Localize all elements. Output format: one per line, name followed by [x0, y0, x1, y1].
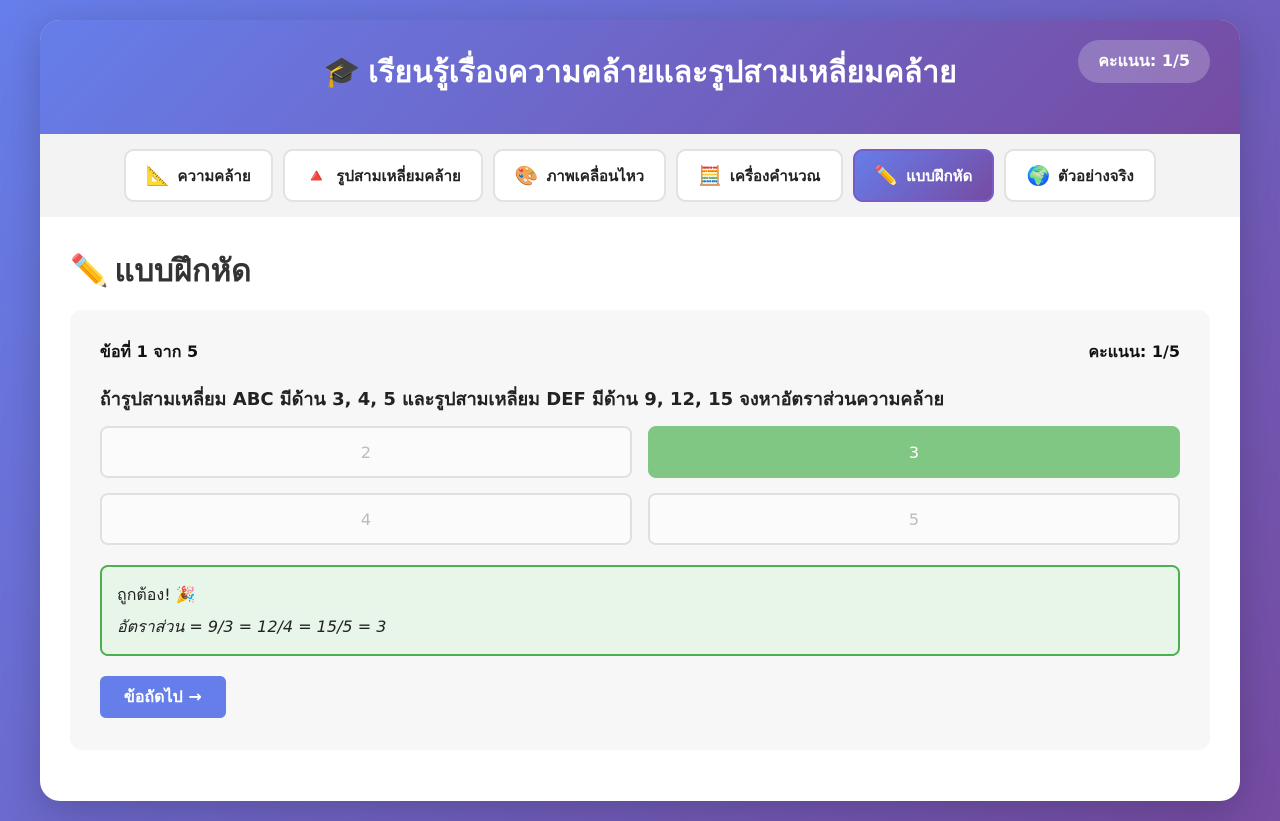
- question-progress: ข้อที่ 1 จาก 5: [100, 341, 199, 361]
- answer-option[interactable]: 2: [100, 426, 632, 478]
- abacus-icon: 🧮: [698, 165, 722, 187]
- quiz-header: ข้อที่ 1 จาก 5 คะแนน: 1/5: [100, 340, 1180, 364]
- tab-bar: 📐 ความคล้าย 🔺 รูปสามเหลี่ยมคล้าย 🎨 ภาพเค…: [40, 134, 1240, 217]
- app-window: 🎓 เรียนรู้เรื่องความคล้ายและรูปสามเหลี่ย…: [40, 20, 1240, 801]
- tab-label: รูปสามเหลี่ยมคล้าย: [336, 166, 461, 185]
- tab-label: แบบฝึกหัด: [906, 166, 973, 185]
- answer-option[interactable]: 4: [100, 493, 632, 545]
- tab-real-examples[interactable]: 🌍 ตัวอย่างจริง: [1004, 149, 1156, 202]
- tab-animation[interactable]: 🎨 ภาพเคลื่อนไหว: [492, 149, 667, 202]
- tab-label: ความคล้าย: [177, 166, 251, 185]
- answer-option[interactable]: 5: [648, 493, 1180, 545]
- pencil-icon: ✏️: [874, 165, 899, 187]
- quiz-score: คะแนน: 1/5: [1088, 341, 1180, 361]
- section-title-text: แบบฝึกหัด: [114, 253, 252, 289]
- tab-label: ตัวอย่างจริง: [1058, 166, 1134, 185]
- feedback-explanation: อัตราส่วน = 9/3 = 12/4 = 15/5 = 3: [117, 617, 387, 636]
- feedback-box: ถูกต้อง! 🎉 อัตราส่วน = 9/3 = 12/4 = 15/5…: [100, 565, 1180, 656]
- tab-label: เครื่องคำนวณ: [729, 166, 821, 185]
- graduation-cap-icon: 🎓: [323, 54, 361, 90]
- palette-icon: 🎨: [514, 165, 539, 187]
- tab-calculator[interactable]: 🧮 เครื่องคำนวณ: [676, 149, 843, 202]
- next-question-button[interactable]: ข้อถัดไป →: [100, 676, 226, 718]
- tab-similarity[interactable]: 📐 ความคล้าย: [123, 149, 273, 202]
- globe-icon: 🌍: [1026, 165, 1051, 187]
- red-triangle-icon: 🔺: [304, 165, 329, 187]
- score-badge: คะแนน: 1/5: [1078, 40, 1210, 83]
- main-content: ✏️ แบบฝึกหัด ข้อที่ 1 จาก 5 คะแนน: 1/5 ถ…: [40, 217, 1240, 750]
- section-title: ✏️ แบบฝึกหัด: [70, 249, 1210, 291]
- pencil-icon: ✏️: [70, 252, 109, 289]
- triangle-ruler-icon: 📐: [145, 165, 170, 187]
- quiz-card: ข้อที่ 1 จาก 5 คะแนน: 1/5 ถ้ารูปสามเหลี่…: [70, 310, 1210, 750]
- page-title: 🎓 เรียนรู้เรื่องความคล้ายและรูปสามเหลี่ย…: [323, 49, 957, 96]
- tab-similar-triangles[interactable]: 🔺 รูปสามเหลี่ยมคล้าย: [282, 149, 483, 202]
- tab-label: ภาพเคลื่อนไหว: [546, 166, 645, 185]
- question-text: ถ้ารูปสามเหลี่ยม ABC มีด้าน 3, 4, 5 และร…: [100, 389, 945, 410]
- page-title-text: เรียนรู้เรื่องความคล้ายและรูปสามเหลี่ยมค…: [368, 54, 957, 90]
- tab-exercises[interactable]: ✏️ แบบฝึกหัด: [852, 149, 995, 202]
- header: 🎓 เรียนรู้เรื่องความคล้ายและรูปสามเหลี่ย…: [40, 20, 1240, 134]
- answer-options: 2 3 4 5: [100, 426, 1180, 545]
- feedback-title: ถูกต้อง! 🎉: [117, 585, 196, 604]
- answer-option-correct[interactable]: 3: [648, 426, 1180, 478]
